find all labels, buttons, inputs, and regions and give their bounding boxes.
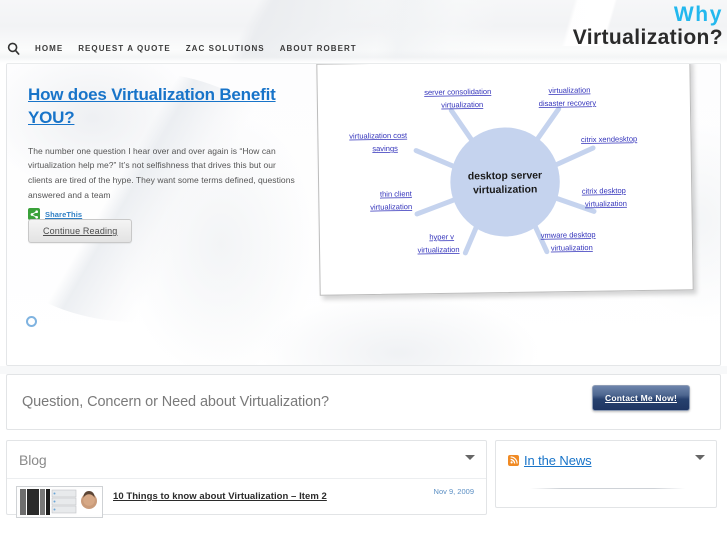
main-navigation: Home Request a Quote ZAC Solutions About… — [0, 38, 372, 58]
diagram-node-citrix-xendesktop-line1: citrix xendesktop — [581, 134, 637, 144]
contact-me-now-button[interactable]: Contact Me Now! — [592, 385, 690, 411]
section-gap — [0, 366, 727, 374]
cta-text: Question, Concern or Need about Virtuali… — [22, 394, 329, 410]
site-header: Why Virtualization? Home Request a Quote… — [0, 0, 727, 63]
diagram-center-line2: virtualization — [473, 184, 537, 196]
diagram-node-citrix-desktop-line1: citrix desktop — [582, 186, 626, 196]
nav-item-zac-solutions[interactable]: ZAC Solutions — [186, 44, 265, 53]
logo-line-why: Why — [673, 3, 723, 26]
diagram-node-vmware-desktop-line2: virtualization — [551, 243, 593, 253]
chevron-down-icon[interactable] — [695, 455, 705, 460]
news-panel-header: In the News — [496, 441, 716, 479]
chevron-down-icon[interactable] — [465, 455, 475, 460]
diagram-svg: desktop server virtualization server con… — [323, 65, 687, 289]
sharethis-label[interactable]: ShareThis — [45, 210, 82, 219]
news-panel-title[interactable]: In the News — [524, 453, 592, 468]
hero-title-link[interactable]: How does Virtualization Benefit YOU? — [28, 84, 296, 130]
blog-post-title[interactable]: 10 Things to know about Virtualization –… — [113, 491, 327, 502]
diagram-node-vmware-desktop-line1: vmware desktop — [541, 230, 596, 240]
continue-reading-button[interactable]: Continue Reading — [28, 219, 133, 243]
diagram-node-server-consolidation-line2: virtualization — [441, 100, 483, 110]
diagram-node-disaster-recovery-line2: disaster recovery — [539, 98, 597, 108]
diagram-node-disaster-recovery-line1: virtualization — [548, 85, 590, 95]
diagram-node-server-consolidation-line1: server consolidation — [424, 87, 491, 97]
blog-panel-header: Blog — [7, 441, 486, 479]
diagram-node-cost-savings-line2: savings — [372, 144, 398, 153]
hero-excerpt: The number one question I hear over and … — [28, 145, 295, 200]
blog-post-date: Nov 9, 2009 — [433, 487, 474, 496]
diagram-node-thin-client-line2: virtualization — [370, 202, 412, 212]
page-root: Why Virtualization? Home Request a Quote… — [0, 0, 727, 545]
logo-line-virtualization: Virtualization? — [572, 26, 723, 49]
news-divider — [530, 488, 685, 489]
search-icon[interactable] — [2, 38, 24, 58]
blog-panel: Blog 10 Things to know about Virtualizat… — [6, 440, 487, 518]
diagram-node-citrix-desktop-line2: virtualization — [585, 199, 627, 209]
diagram-node-hyper-v-line1: hyper v — [429, 232, 454, 241]
cta-band: Question, Concern or Need about Virtuali… — [6, 374, 721, 430]
diagram-center-line1: desktop server — [468, 170, 542, 182]
blog-post-thumbnail[interactable] — [16, 486, 103, 518]
diagram-node-cost-savings-line1: virtualization cost — [349, 131, 408, 141]
nav-item-about-robert[interactable]: About Robert — [280, 44, 357, 53]
slider-indicator-dot[interactable] — [26, 316, 37, 327]
nav-item-home[interactable]: Home — [35, 44, 63, 53]
blog-post-row[interactable]: 10 Things to know about Virtualization –… — [7, 479, 486, 518]
hero-text-column: How does Virtualization Benefit YOU? The… — [28, 84, 296, 221]
hero-diagram-image[interactable]: desktop server virtualization server con… — [316, 64, 694, 296]
rss-icon[interactable] — [508, 454, 519, 466]
blog-post-main: 10 Things to know about Virtualization –… — [113, 486, 474, 508]
in-the-news-panel: In the News — [495, 440, 717, 508]
diagram-node-thin-client-line1: thin client — [380, 189, 413, 198]
nav-item-request-a-quote[interactable]: Request a Quote — [78, 44, 171, 53]
virtualization-mindmap-diagram: desktop server virtualization server con… — [323, 65, 687, 289]
site-logo[interactable]: Why Virtualization? — [573, 4, 723, 48]
bottom-panels: Blog 10 Things to know about Virtualizat… — [6, 440, 721, 518]
continue-reading-wrapper: Continue Reading — [28, 219, 188, 243]
diagram-node-hyper-v-line2: virtualization — [418, 245, 460, 255]
hero-slider: How does Virtualization Benefit YOU? The… — [6, 63, 721, 366]
blog-panel-title: Blog — [19, 451, 47, 468]
